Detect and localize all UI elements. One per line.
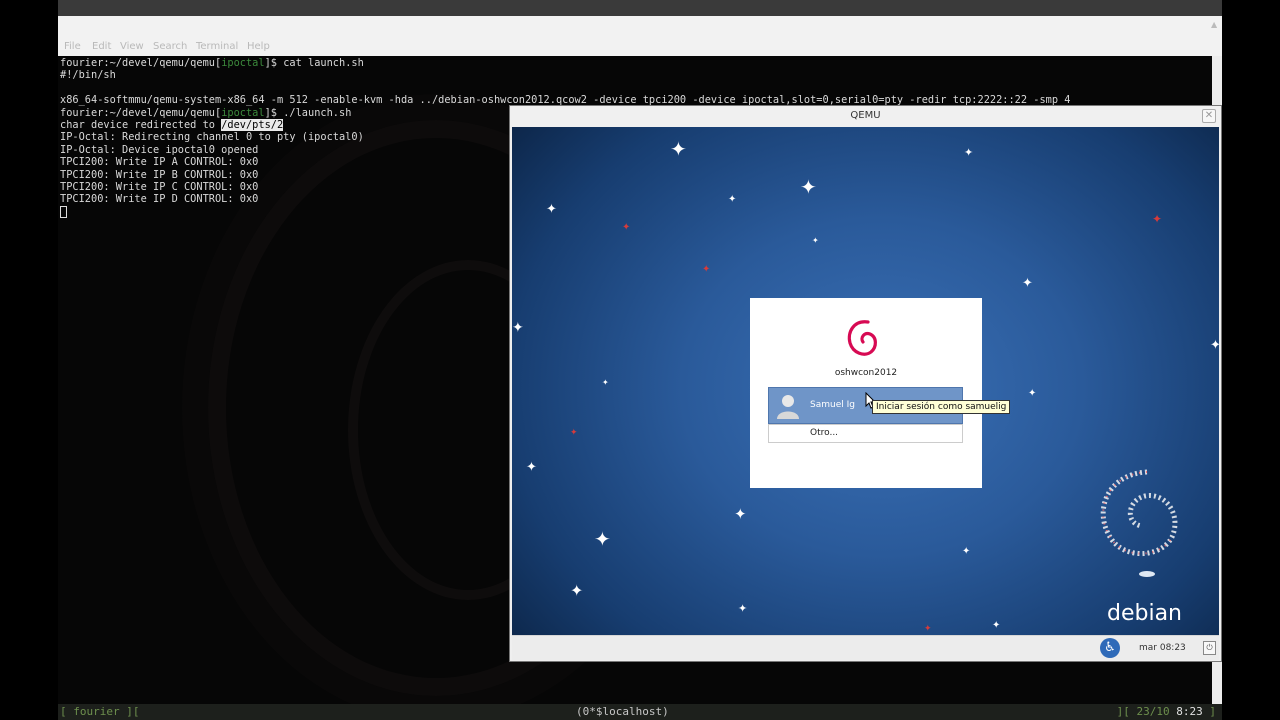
star-decoration: ✦	[1210, 338, 1219, 353]
menu-view[interactable]: View	[120, 41, 144, 52]
gdm-bottom-panel: ♿ mar 08:23 ⏻	[512, 635, 1219, 660]
user-avatar-icon	[777, 395, 799, 419]
star-decoration: ✦	[670, 137, 687, 161]
status-date: ][ 23/10	[1116, 705, 1177, 718]
user-name-label: Samuel Ig	[810, 400, 855, 410]
command-text: ./launch.sh	[283, 106, 352, 119]
star-decoration: ✦	[702, 264, 711, 275]
output-line: TPCI200: Write IP D CONTROL: 0x0	[60, 193, 259, 206]
vm-display[interactable]: ✦ ✦ ✦ ✦ ✦ ✦ ✦ ✦ ✦ ✦ ✦ ✦ ✦ ✦ ✦ ✦ ✦ ✦ ✦ ✦ …	[512, 127, 1219, 635]
star-decoration: ✦	[1028, 388, 1037, 399]
command-text: cat launch.sh	[283, 57, 364, 69]
other-user-label: Otro...	[810, 428, 839, 438]
star-decoration: ✦	[992, 620, 1001, 631]
star-decoration: ✦	[594, 527, 611, 551]
window-top-edge	[58, 0, 1222, 16]
star-decoration: ✦	[622, 222, 631, 233]
window-title: QEMU	[850, 110, 881, 121]
status-time: 8:23	[1176, 705, 1203, 718]
star-decoration: ✦	[1022, 276, 1033, 291]
star-decoration: ✦	[738, 602, 748, 615]
star-decoration: ✦	[812, 236, 819, 245]
status-window-list: (0*$localhost)	[576, 705, 669, 718]
star-decoration: ✦	[964, 146, 974, 159]
close-icon[interactable]: ✕	[1202, 109, 1216, 123]
debian-swirl-logo	[1100, 469, 1178, 577]
star-decoration: ✦	[512, 320, 524, 336]
output-line: IP-Octal: Device ipoctal0 opened	[60, 143, 259, 156]
debian-logo-icon	[847, 320, 877, 356]
star-decoration: ✦	[526, 460, 537, 475]
star-decoration: ✦	[800, 175, 817, 199]
star-decoration: ✦	[546, 202, 557, 217]
terminal-cursor	[60, 205, 67, 218]
terminal-menubar: File Edit View Search Terminal Help ▲	[58, 16, 1222, 56]
prompt: fourier:~/devel/qemu/qemu[ipoctal]$	[60, 57, 284, 69]
output-line: char device redirected to	[60, 119, 222, 132]
debian-wordmark: debian	[1107, 601, 1183, 626]
selected-text[interactable]: /dev/pts/2	[221, 119, 284, 132]
output-line: TPCI200: Write IP A CONTROL: 0x0	[60, 156, 259, 169]
prompt: fourier:~/devel/qemu/qemu[ipoctal]$	[60, 106, 284, 119]
star-decoration: ✦	[570, 581, 584, 600]
menu-search[interactable]: Search	[153, 41, 187, 52]
tooltip: Iniciar sesión como samuelig	[872, 400, 1011, 414]
menu-help[interactable]: Help	[247, 41, 270, 52]
star-decoration: ✦	[728, 194, 737, 205]
menu-edit[interactable]: Edit	[92, 41, 111, 52]
hostname-label: oshwcon2012	[834, 368, 898, 378]
star-decoration: ✦	[924, 624, 932, 634]
status-hostname: [ fourier ][	[60, 705, 140, 718]
output-line: TPCI200: Write IP B CONTROL: 0x0	[60, 168, 259, 181]
output-line: #!/bin/sh	[60, 69, 116, 82]
output-line: TPCI200: Write IP C CONTROL: 0x0	[60, 181, 259, 194]
star-decoration: ✦	[1152, 212, 1163, 226]
qemu-window[interactable]: QEMU ✕ ✦ ✦ ✦ ✦ ✦ ✦ ✦ ✦ ✦ ✦ ✦ ✦ ✦ ✦ ✦ ✦ ✦…	[510, 106, 1221, 661]
star-decoration: ✦	[962, 546, 971, 557]
output-line: x86_64-softmmu/qemu-system-x86_64 -m 512…	[60, 94, 1071, 107]
scroll-up-arrow-icon[interactable]: ▲	[1211, 20, 1218, 29]
menu-file[interactable]: File	[64, 41, 81, 52]
power-icon[interactable]: ⏻	[1203, 641, 1216, 655]
output-line: IP-Octal: Redirecting channel 0 to pty (…	[60, 131, 364, 144]
star-decoration: ✦	[734, 505, 747, 523]
panel-clock[interactable]: mar 08:23	[1139, 643, 1186, 653]
other-user-item[interactable]: Otro...	[768, 424, 963, 443]
star-decoration: ✦	[602, 378, 609, 387]
star-decoration: ✦	[570, 428, 578, 438]
menu-terminal[interactable]: Terminal	[196, 41, 238, 52]
status-end-bracket: ]	[1202, 705, 1216, 718]
status-datetime: ][ 23/10 8:23 ]	[1117, 704, 1216, 720]
screen-status-bar: [ fourier ][ (0*$localhost) ][ 23/10 8:2…	[58, 704, 1222, 720]
qemu-titlebar[interactable]: QEMU ✕	[510, 106, 1221, 127]
accessibility-icon[interactable]: ♿	[1100, 638, 1120, 658]
